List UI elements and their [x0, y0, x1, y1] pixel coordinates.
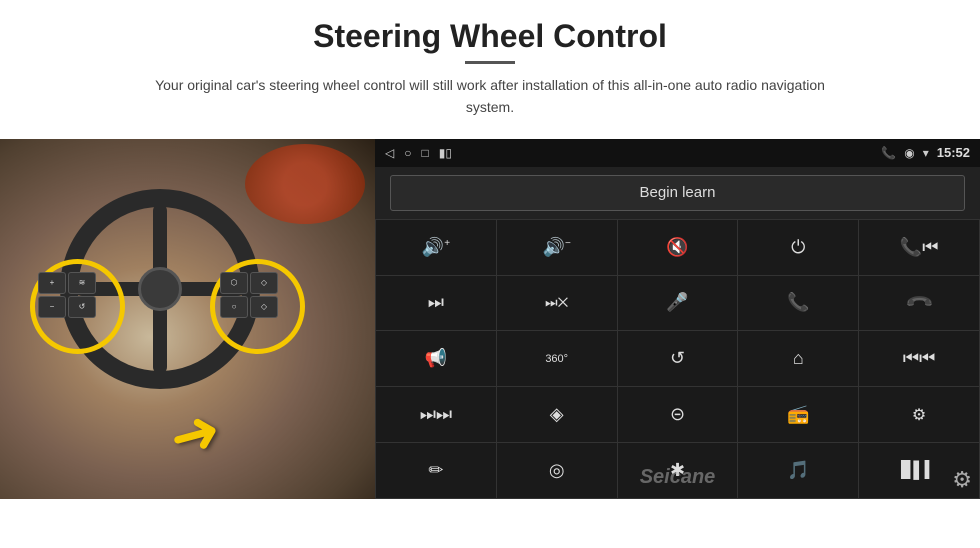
ctrl-bluetooth[interactable]: ✱	[618, 443, 738, 498]
status-right: 📞 ◉ ▾ 15:52	[881, 145, 970, 160]
wheel-center	[138, 267, 182, 311]
wheel-btn-mode: ≋	[68, 272, 96, 294]
ctrl-radio[interactable]: 📻	[738, 387, 858, 442]
ctrl-mute[interactable]: 🔇	[618, 220, 738, 275]
begin-learn-button[interactable]: Begin learn	[390, 175, 965, 211]
next-icon: ⏭	[428, 292, 444, 313]
right-button-group: ⬡ ◇ ○ ◇	[220, 272, 278, 318]
head-unit-panel: ◁ ○ □ ▮▯ 📞 ◉ ▾ 15:52 Begin learn	[375, 139, 980, 499]
left-button-group: + ≋ − ↺	[38, 272, 96, 318]
vol-up-icon: 🔊+	[422, 237, 450, 258]
pen-icon: ✏	[428, 460, 443, 481]
phone-signal-icon: 📞	[881, 146, 896, 160]
ctrl-eject[interactable]: ⊝	[618, 387, 738, 442]
wheel-btn-back: ↺	[68, 296, 96, 318]
ctrl-call[interactable]: 📞	[738, 276, 858, 331]
home-icon: ⌂	[793, 348, 804, 369]
ctrl-call-prev[interactable]: 📞⏮	[859, 220, 979, 275]
back-nav-icon[interactable]: ◁	[385, 146, 394, 160]
header-section: Steering Wheel Control Your original car…	[0, 0, 980, 129]
page-title: Steering Wheel Control	[60, 18, 920, 55]
music-icon: 🎵	[787, 460, 809, 481]
ctrl-power[interactable]: ⏻	[738, 220, 858, 275]
settings-gear-button[interactable]: ⚙	[952, 467, 972, 493]
wheel-btn-r3: ○	[220, 296, 248, 318]
status-bar: ◁ ○ □ ▮▯ 📞 ◉ ▾ 15:52	[375, 139, 980, 167]
subtitle: Your original car's steering wheel contr…	[140, 74, 840, 119]
car-image-panel: + ≋ − ↺ ⬡ ◇ ○ ◇ ➜	[0, 139, 375, 499]
spectrum-icon: ▊▌▍	[901, 460, 937, 480]
ctrl-nav[interactable]: ◈	[497, 387, 617, 442]
radio-icon: 📻	[787, 404, 809, 425]
ctrl-back[interactable]: ↺	[618, 331, 738, 386]
call-prev-icon: 📞⏮	[900, 237, 939, 258]
wheel-btn-r4: ◇	[250, 296, 278, 318]
recents-nav-icon[interactable]: □	[421, 146, 428, 160]
wheel-btn-vol-up: +	[38, 272, 66, 294]
ctrl-horn[interactable]: 📢	[376, 331, 496, 386]
vol-down-icon: 🔊−	[543, 237, 571, 258]
ctrl-skip-fwd[interactable]: ⏭✕	[497, 276, 617, 331]
ctrl-mic[interactable]: 🎤	[618, 276, 738, 331]
prev-track-icon: ⏮⏮	[903, 348, 935, 369]
ctrl-next[interactable]: ⏭	[376, 276, 496, 331]
ctrl-eq[interactable]: ⚙	[859, 387, 979, 442]
horn-icon: 📢	[425, 348, 447, 369]
home-nav-icon[interactable]: ○	[404, 146, 411, 160]
content-area: + ≋ − ↺ ⬡ ◇ ○ ◇ ➜ ◁ ○ □	[0, 139, 980, 548]
hangup-icon: 📞	[904, 288, 935, 319]
mute-icon: 🔇	[666, 237, 688, 258]
wifi-icon: ▾	[923, 146, 929, 160]
ctrl-pen[interactable]: ✏	[376, 443, 496, 498]
gps-icon: ◉	[904, 146, 914, 160]
wheel-btn-r1: ⬡	[220, 272, 248, 294]
battery-icon: ▮▯	[439, 146, 452, 160]
ctrl-hangup[interactable]: 📞	[859, 276, 979, 331]
ctrl-prev-track[interactable]: ⏮⏮	[859, 331, 979, 386]
ctrl-music[interactable]: 🎵	[738, 443, 858, 498]
navigation-icon: ◈	[550, 404, 564, 425]
time-display: 15:52	[937, 145, 970, 160]
ctrl-home[interactable]: ⌂	[738, 331, 858, 386]
settings-circle-icon: ◎	[549, 460, 565, 481]
ctrl-settings[interactable]: ◎	[497, 443, 617, 498]
page-wrapper: Steering Wheel Control Your original car…	[0, 0, 980, 548]
ctrl-vol-down[interactable]: 🔊−	[497, 220, 617, 275]
ctrl-vol-up[interactable]: 🔊+	[376, 220, 496, 275]
wheel-btn-vol-down: −	[38, 296, 66, 318]
ctrl-360[interactable]: 360°	[497, 331, 617, 386]
wheel-btn-r2: ◇	[250, 272, 278, 294]
bluetooth-icon: ✱	[670, 460, 685, 481]
back-icon: ↺	[670, 348, 685, 369]
skip-fwd-icon: ⏭✕	[545, 294, 568, 311]
dashboard-area	[245, 144, 365, 224]
camera-360-icon: 360°	[545, 353, 568, 365]
phone-icon: 📞	[787, 292, 809, 313]
fast-next-icon: ⏭⏭	[420, 404, 452, 425]
control-grid: 🔊+ 🔊− 🔇 ⏻ 📞⏮ ⏭ ⏭✕	[375, 219, 980, 499]
status-left: ◁ ○ □ ▮▯	[385, 146, 452, 160]
title-divider	[465, 61, 515, 64]
mic-icon: 🎤	[666, 292, 688, 313]
eq-icon: ⚙	[912, 405, 926, 425]
ctrl-fast-next[interactable]: ⏭⏭	[376, 387, 496, 442]
power-icon: ⏻	[791, 237, 805, 258]
eject-icon: ⊝	[670, 404, 685, 425]
begin-learn-container: Begin learn	[375, 167, 980, 219]
